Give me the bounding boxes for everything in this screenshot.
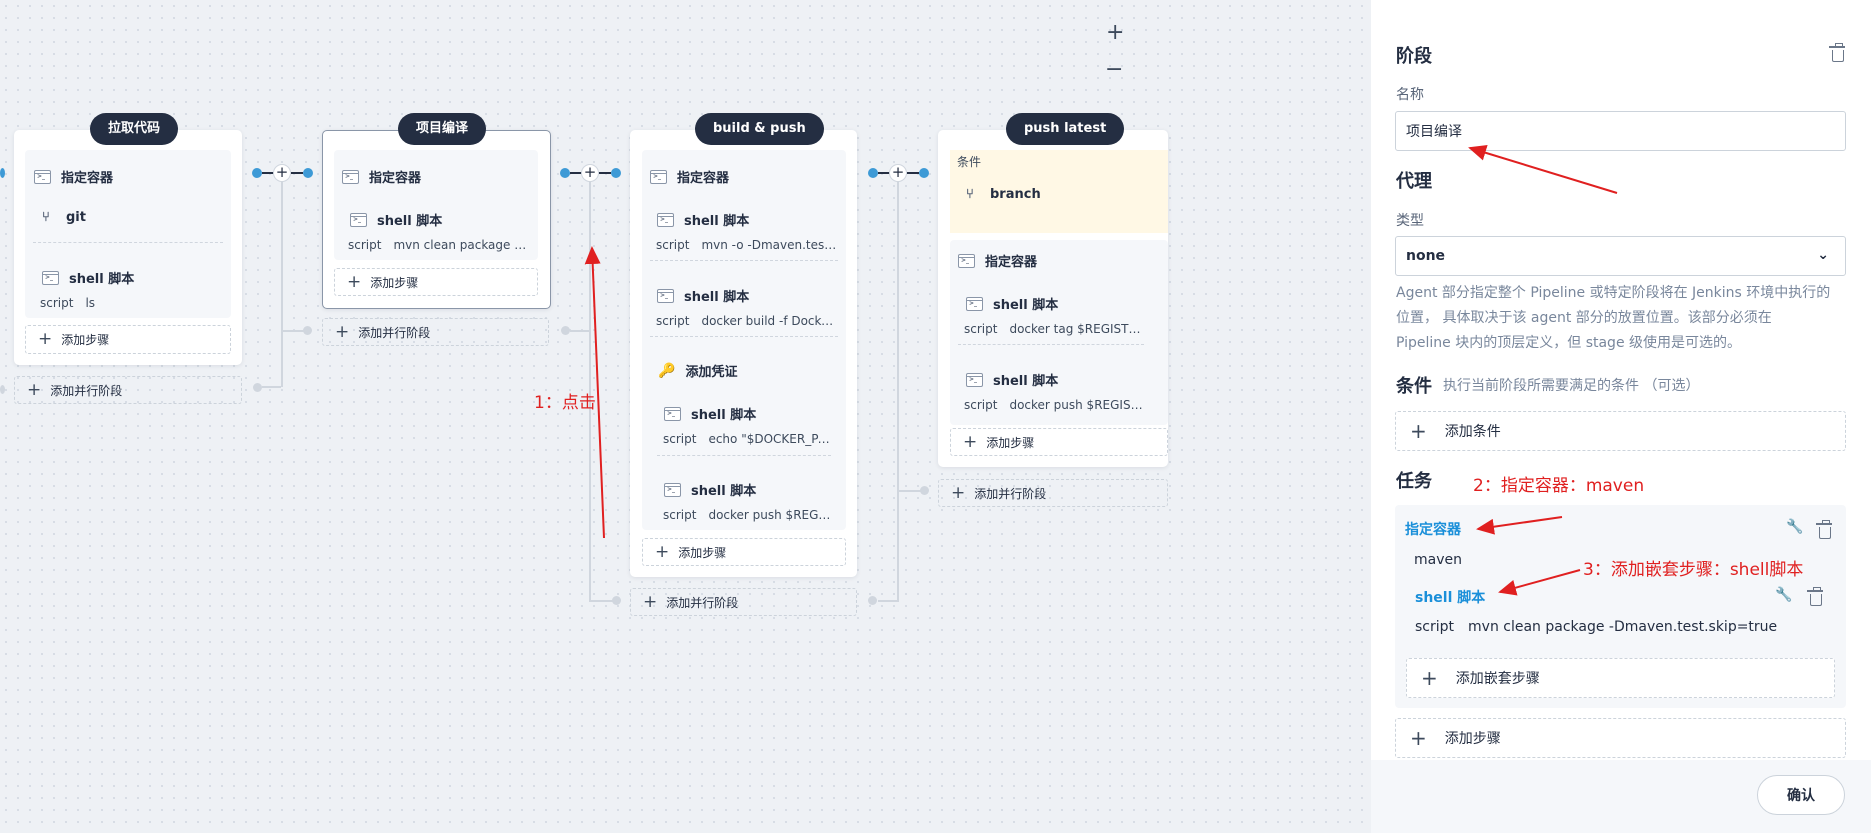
annotation-arrow (584, 246, 605, 539)
annotation-arrow (1476, 516, 1563, 535)
annotation-arrows (584, 145, 1618, 596)
annotation-arrow (1468, 145, 1618, 194)
annotation-arrow (1498, 569, 1581, 596)
